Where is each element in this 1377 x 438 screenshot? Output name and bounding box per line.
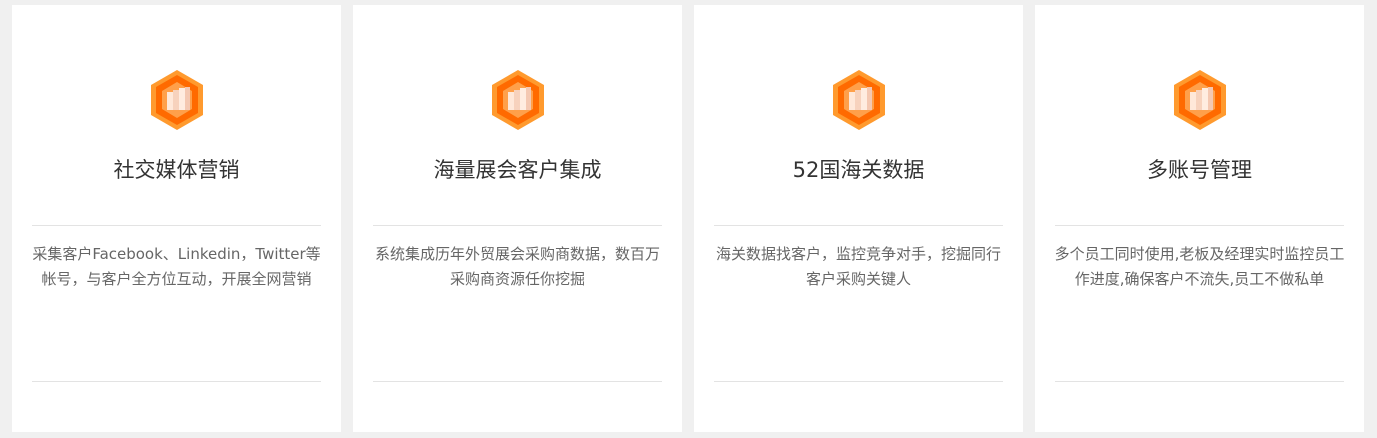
- orange-hexagon-cube-icon: [1172, 69, 1228, 131]
- card-divider-bottom: [714, 381, 1003, 382]
- card-divider-bottom: [1055, 381, 1344, 382]
- orange-hexagon-cube-icon: [490, 69, 546, 131]
- orange-hexagon-cube-icon: [831, 69, 887, 131]
- feature-card-trade-show-customers: 海量展会客户集成 系统集成历年外贸展会采购商数据，数百万采购商资源任你挖掘: [353, 5, 682, 432]
- card-divider-top: [714, 225, 1003, 226]
- card-description: 采集客户Facebook、Linkedin，Twitter等帐号，与客户全方位互…: [32, 245, 321, 288]
- card-title: 海量展会客户集成: [433, 158, 602, 182]
- orange-hexagon-cube-icon: [149, 69, 205, 131]
- card-description: 海关数据找客户，监控竞争对手，挖掘同行客户采购关键人: [715, 245, 1001, 288]
- feature-card-multi-account-management: 多账号管理 多个员工同时使用,老板及经理实时监控员工作进度,确保客户不流失,员工…: [1035, 5, 1364, 432]
- card-divider-top: [32, 225, 321, 226]
- card-description: 多个员工同时使用,老板及经理实时监控员工作进度,确保客户不流失,员工不做私单: [1054, 245, 1345, 288]
- feature-card-social-media-marketing: 社交媒体营销 采集客户Facebook、Linkedin，Twitter等帐号，…: [12, 5, 341, 432]
- card-divider-bottom: [32, 381, 321, 382]
- card-title: 社交媒体营销: [113, 158, 240, 182]
- feature-cards: 社交媒体营销 采集客户Facebook、Linkedin，Twitter等帐号，…: [0, 0, 1377, 438]
- card-title: 52国海关数据: [792, 158, 925, 182]
- card-title: 多账号管理: [1147, 158, 1252, 182]
- card-divider-top: [373, 225, 662, 226]
- card-divider-bottom: [373, 381, 662, 382]
- card-description: 系统集成历年外贸展会采购商数据，数百万采购商资源任你挖掘: [374, 245, 660, 288]
- feature-card-customs-data: 52国海关数据 海关数据找客户，监控竞争对手，挖掘同行客户采购关键人: [694, 5, 1023, 432]
- card-divider-top: [1055, 225, 1344, 226]
